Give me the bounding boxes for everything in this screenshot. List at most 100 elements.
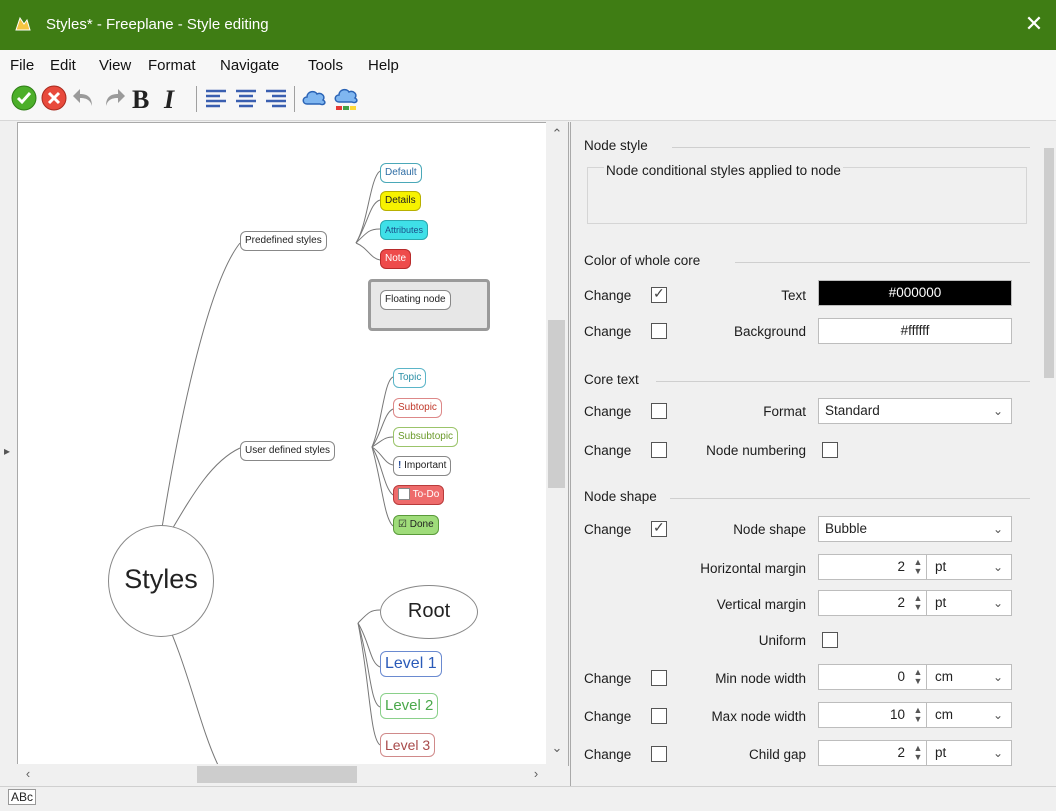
chevron-down-icon: ⌄	[992, 670, 1003, 684]
freeplane-app-icon	[15, 16, 31, 31]
mind-map-canvas[interactable]: Styles Predefined styles User defined st…	[17, 122, 569, 766]
background-color-label: Background	[733, 324, 806, 339]
panel-collapse-grip-icon[interactable]: ▸	[4, 444, 12, 464]
vertical-margin-unit-select[interactable]: pt ⌄	[926, 590, 1012, 616]
align-left-icon[interactable]	[202, 84, 230, 112]
toolbar-separator	[294, 86, 295, 112]
change-label: Change	[584, 404, 632, 419]
menu-help[interactable]: Help	[368, 57, 399, 74]
node-done[interactable]: ☑ Done	[393, 515, 439, 535]
conditional-styles-label: Node conditional styles applied to node	[604, 163, 843, 178]
italic-icon[interactable]: I	[164, 86, 192, 114]
node-to-do[interactable]: To-Do	[393, 485, 445, 505]
spinner-arrows-icon[interactable]: ▲ ▼	[911, 558, 925, 576]
status-bar	[0, 786, 1056, 811]
root-node-styles[interactable]: Styles	[108, 525, 214, 637]
max-node-width-spinner[interactable]: 10 ▲ ▼	[818, 702, 928, 728]
menu-file[interactable]: File	[10, 57, 34, 74]
node-numbering-checkbox[interactable]	[822, 442, 838, 458]
change-label: Change	[584, 443, 632, 458]
menu-tools[interactable]: Tools	[308, 57, 343, 74]
scroll-down-icon[interactable]: ⌄	[549, 740, 565, 756]
redo-icon[interactable]	[100, 84, 128, 112]
uniform-label: Uniform	[758, 633, 806, 648]
change-label: Change	[584, 709, 632, 724]
child-gap-label: Child gap	[748, 747, 806, 762]
change-label: Change	[584, 671, 632, 686]
map-horizontal-scroll-thumb[interactable]	[197, 766, 357, 783]
chevron-down-icon: ⌄	[992, 708, 1003, 722]
vertical-margin-label: Vertical margin	[716, 597, 806, 612]
cloud-color-icon[interactable]	[332, 84, 360, 112]
align-center-icon[interactable]	[232, 84, 260, 112]
menu-navigate[interactable]: Navigate	[220, 57, 279, 74]
chevron-down-icon: ⌄	[992, 560, 1003, 574]
node-shape-label: Node shape	[733, 522, 806, 537]
node-subsubtopic[interactable]: Subsubtopic	[393, 427, 459, 447]
bold-icon[interactable]: B	[132, 86, 160, 114]
change-text-color-checkbox[interactable]	[651, 285, 667, 303]
node-shape-select[interactable]: Bubble ⌄	[818, 516, 1012, 542]
chevron-down-icon: ⌄	[992, 404, 1003, 418]
close-window-icon[interactable]: ✕	[1022, 12, 1046, 36]
text-color-field[interactable]: #000000	[818, 280, 1012, 306]
menu-view[interactable]: View	[99, 57, 131, 74]
change-label: Change	[584, 522, 632, 537]
node-level-3[interactable]: Level 3	[380, 733, 436, 757]
scroll-left-icon[interactable]: ‹	[20, 766, 36, 781]
change-numbering-checkbox[interactable]	[651, 442, 667, 458]
map-vertical-scroll-thumb[interactable]	[548, 320, 565, 488]
vertical-margin-spinner[interactable]: 2 ▲ ▼	[818, 590, 928, 616]
menu-format[interactable]: Format	[148, 57, 196, 74]
change-format-checkbox[interactable]	[651, 403, 667, 419]
max-node-width-label: Max node width	[711, 709, 806, 724]
chevron-down-icon: ⌄	[992, 746, 1003, 760]
uniform-checkbox[interactable]	[822, 632, 838, 648]
horizontal-margin-spinner[interactable]: 2 ▲ ▼	[818, 554, 928, 580]
spinner-arrows-icon[interactable]: ▲ ▼	[911, 706, 925, 724]
properties-scroll-thumb[interactable]	[1044, 148, 1054, 378]
align-right-icon[interactable]	[262, 84, 290, 112]
child-gap-spinner[interactable]: 2 ▲ ▼	[818, 740, 928, 766]
node-predefined-styles[interactable]: Predefined styles	[240, 231, 327, 251]
node-default[interactable]: Default	[380, 163, 422, 183]
change-node-shape-checkbox[interactable]	[651, 519, 667, 537]
spinner-arrows-icon[interactable]: ▲ ▼	[911, 594, 925, 612]
change-label: Change	[584, 288, 632, 303]
undo-icon[interactable]	[70, 84, 98, 112]
reject-icon[interactable]	[40, 84, 68, 112]
spinner-arrows-icon[interactable]: ▲ ▼	[911, 668, 925, 686]
node-root-level[interactable]: Root	[380, 585, 478, 639]
node-subtopic[interactable]: Subtopic	[393, 398, 442, 418]
root-node-label: Styles	[124, 564, 198, 594]
floating-node-frame[interactable]: Floating node	[368, 279, 490, 331]
status-text-indicator[interactable]: ABc	[8, 789, 37, 805]
child-gap-unit-select[interactable]: pt ⌄	[926, 740, 1012, 766]
background-color-field[interactable]: #ffffff	[818, 318, 1012, 344]
cloud-icon[interactable]	[300, 84, 328, 112]
node-attributes[interactable]: Attributes	[380, 220, 429, 240]
accept-icon[interactable]	[10, 84, 38, 112]
node-level-2[interactable]: Level 2	[380, 693, 439, 719]
menu-edit[interactable]: Edit	[50, 57, 76, 74]
change-background-checkbox[interactable]	[651, 323, 667, 339]
node-important[interactable]: ! Important	[393, 456, 452, 476]
scroll-right-icon[interactable]: ›	[528, 766, 544, 781]
min-node-width-unit-select[interactable]: cm ⌄	[926, 664, 1012, 690]
horizontal-margin-unit-select[interactable]: pt ⌄	[926, 554, 1012, 580]
format-select[interactable]: Standard ⌄	[818, 398, 1012, 424]
menu-bar: File Edit View Format Navigate Tools Hel…	[0, 50, 1056, 80]
change-label: Change	[584, 747, 632, 762]
scroll-up-icon[interactable]: ⌃	[549, 126, 565, 142]
node-note[interactable]: Note	[380, 249, 412, 269]
toolbar: B I	[0, 80, 1056, 121]
window-title: Styles* - Freeplane - Style editing	[46, 16, 269, 33]
min-node-width-spinner[interactable]: 0 ▲ ▼	[818, 664, 928, 690]
max-node-width-unit-select[interactable]: cm ⌄	[926, 702, 1012, 728]
spinner-arrows-icon[interactable]: ▲ ▼	[911, 744, 925, 762]
node-topic[interactable]: Topic	[393, 368, 427, 388]
node-level-1[interactable]: Level 1	[380, 651, 442, 677]
node-details[interactable]: Details	[380, 191, 421, 211]
node-user-defined-styles[interactable]: User defined styles	[240, 441, 336, 461]
section-divider	[670, 498, 1030, 499]
